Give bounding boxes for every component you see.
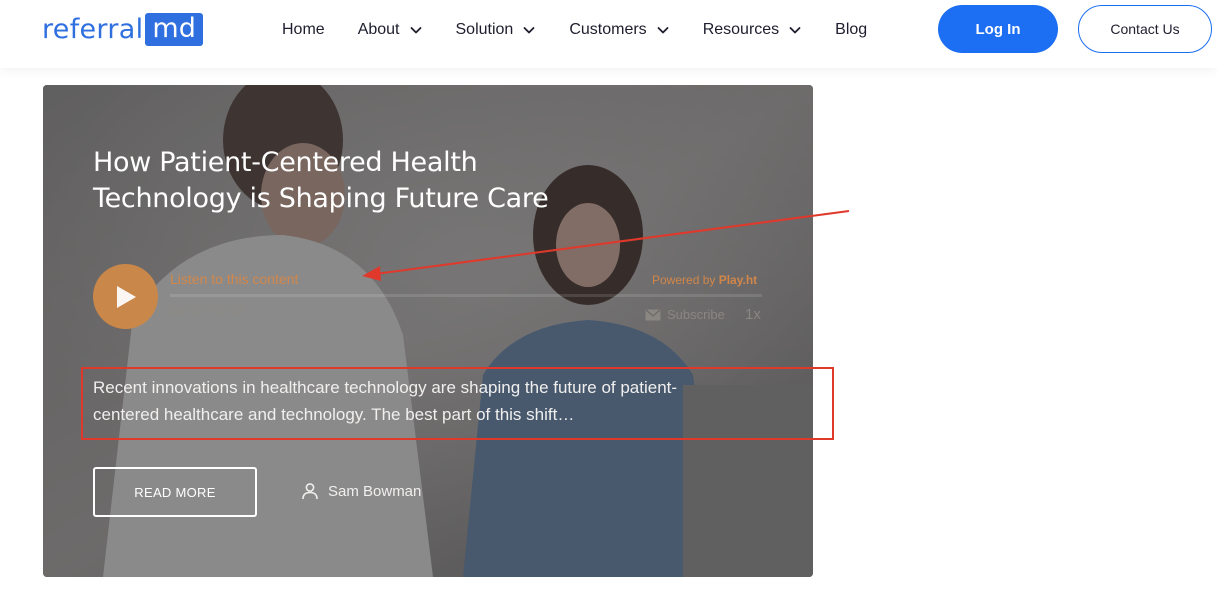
chevron-down-icon <box>523 27 535 34</box>
envelope-icon <box>645 309 661 320</box>
powered-brand: Play.ht <box>718 273 758 287</box>
nav-item-solution[interactable]: Solution <box>456 21 537 39</box>
logo-text: referral <box>42 14 144 45</box>
nav-item-customers[interactable]: Customers <box>569 21 669 39</box>
chevron-down-icon <box>789 27 801 34</box>
listen-label: Listen to this content <box>170 271 299 287</box>
nav-item-resources[interactable]: Resources <box>703 21 802 39</box>
chevron-down-icon <box>657 27 669 34</box>
login-button[interactable]: Log In <box>938 5 1058 53</box>
nav-label: Customers <box>569 21 647 38</box>
user-icon <box>302 483 318 500</box>
nav-label: Blog <box>835 21 868 38</box>
read-more-button[interactable]: READ MORE <box>93 467 257 517</box>
nav-item-home[interactable]: Home <box>282 21 325 39</box>
nav-label: Home <box>282 21 325 38</box>
nav-item-blog[interactable]: Blog <box>835 21 867 39</box>
author-name: Sam Bowman <box>328 482 422 500</box>
powered-by-label[interactable]: Powered by Play.ht <box>652 273 757 287</box>
contact-us-button[interactable]: Contact Us <box>1078 5 1212 53</box>
powered-prefix: Powered by <box>652 273 716 287</box>
main-nav: Home About Solution Customers Resources … <box>282 0 900 60</box>
logo-box-text: md <box>145 13 203 46</box>
play-icon <box>116 285 136 308</box>
nav-label: Solution <box>455 21 514 38</box>
audio-play-button[interactable] <box>93 264 158 329</box>
post-title[interactable]: How Patient-Centered Health Technology i… <box>93 145 553 217</box>
playback-speed[interactable]: 1x <box>745 306 761 323</box>
nav-item-about[interactable]: About <box>358 21 423 39</box>
subscribe-label: Subscribe <box>667 307 725 322</box>
annotation-highlight-box <box>81 367 834 440</box>
subscribe-button[interactable]: Subscribe <box>645 307 725 322</box>
chevron-down-icon <box>410 27 421 34</box>
referralmd-logo[interactable]: referral md <box>42 13 203 46</box>
blog-post-card: How Patient-Centered Health Technology i… <box>43 85 813 577</box>
audio-time: 00:00 / 05:58 <box>170 303 246 318</box>
site-header: referral md Home About Solution Customer… <box>0 0 1217 68</box>
post-author[interactable]: Sam Bowman <box>301 482 421 500</box>
nav-label: Resources <box>702 21 780 38</box>
audio-progress-track[interactable] <box>170 294 762 297</box>
nav-label: About <box>357 21 400 38</box>
